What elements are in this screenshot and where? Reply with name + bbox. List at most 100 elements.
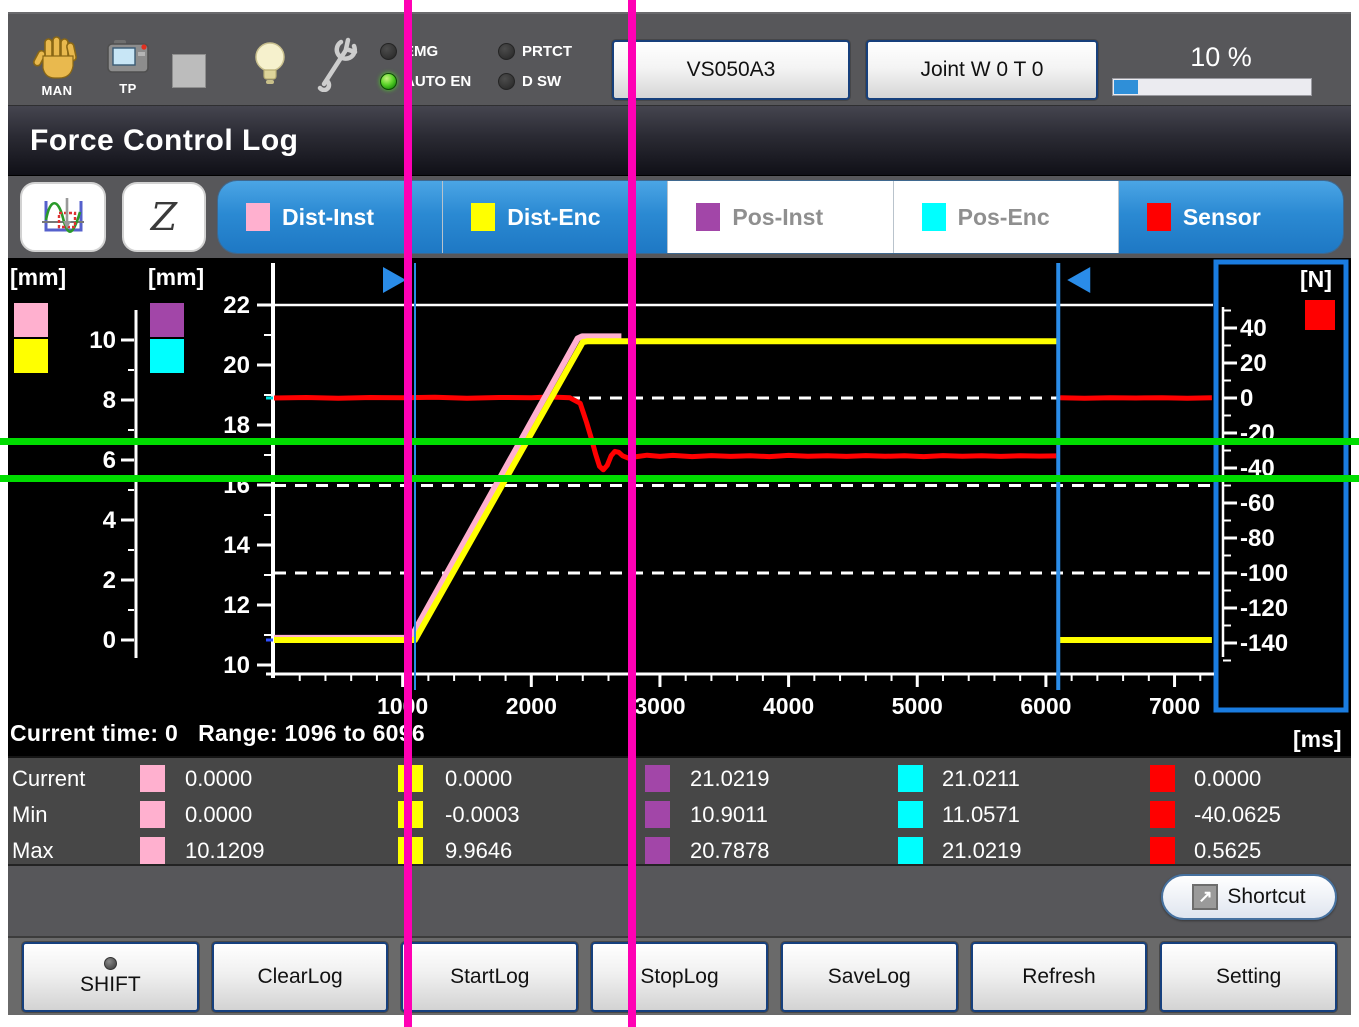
ms-unit-label: [ms] bbox=[1293, 726, 1342, 753]
stat-value: -40.0625 bbox=[1194, 802, 1281, 828]
stat-value: 0.5625 bbox=[1194, 838, 1261, 864]
graph-icon bbox=[40, 194, 86, 240]
shift-led-icon bbox=[104, 957, 117, 970]
manual-mode-button[interactable]: MAN bbox=[32, 36, 82, 98]
svg-text:12: 12 bbox=[223, 592, 250, 619]
sensor-axis-swatch-icon bbox=[1305, 300, 1335, 330]
tool-button[interactable] bbox=[314, 36, 358, 92]
dist-inst-axis-swatch-icon bbox=[14, 303, 48, 337]
cyan-swatch-icon bbox=[898, 837, 923, 864]
dist-inst-label: Dist-Inst bbox=[282, 204, 374, 231]
svg-text:6: 6 bbox=[103, 447, 116, 474]
sensor-swatch-icon bbox=[1147, 203, 1171, 231]
range-label: Range: 1096 to 6096 bbox=[198, 720, 425, 746]
mm2-unit-label: [mm] bbox=[148, 264, 204, 291]
force-log-chart[interactable]: 1000200030004000500060007000222018161412… bbox=[0, 258, 1359, 756]
svg-text:20: 20 bbox=[1240, 350, 1267, 377]
status-led-panel: EMG PRTCT AUTO EN D SW bbox=[380, 36, 618, 96]
refresh-button[interactable]: Refresh bbox=[971, 942, 1148, 1012]
svg-text:22: 22 bbox=[223, 292, 250, 319]
speed-percent-label: 10 % bbox=[1126, 42, 1316, 73]
pos-enc-axis-swatch-icon bbox=[150, 339, 184, 373]
emg-led-icon bbox=[380, 43, 397, 60]
svg-text:8: 8 bbox=[103, 387, 116, 414]
pink-swatch-icon bbox=[140, 837, 165, 864]
svg-text:10: 10 bbox=[89, 327, 116, 354]
graph-view-button[interactable] bbox=[20, 182, 106, 252]
stat-value: 0.0000 bbox=[185, 766, 252, 792]
stat-value: 21.0219 bbox=[942, 838, 1022, 864]
teach-pendant-label: TP bbox=[119, 81, 137, 96]
newton-unit-label: [N] bbox=[1300, 266, 1332, 293]
svg-text:40: 40 bbox=[1240, 315, 1267, 342]
legend-bar: Z Dist-Inst Dist-Enc Pos-Inst Pos-Enc Se… bbox=[8, 176, 1351, 258]
table-row: Max 10.1209 9.9646 20.7878 21.0219 0.562… bbox=[8, 834, 1351, 869]
svg-text:5000: 5000 bbox=[892, 693, 943, 719]
range-end-handle-icon bbox=[1067, 267, 1090, 293]
led-d-sw: D SW bbox=[498, 66, 618, 96]
purple-swatch-icon bbox=[645, 801, 670, 828]
z-axis-label: Z bbox=[151, 198, 177, 236]
red-swatch-icon bbox=[1150, 765, 1175, 792]
stat-row-label: Current bbox=[12, 766, 85, 792]
sensor-label: Sensor bbox=[1183, 204, 1261, 231]
stat-value: 9.9646 bbox=[445, 838, 512, 864]
pos-inst-label: Pos-Inst bbox=[732, 204, 823, 231]
speed-progress-bar bbox=[1112, 78, 1312, 96]
legend-item-sensor[interactable]: Sensor bbox=[1119, 181, 1343, 253]
svg-text:6000: 6000 bbox=[1020, 693, 1071, 719]
red-swatch-icon bbox=[1150, 801, 1175, 828]
stat-value: 0.0000 bbox=[445, 766, 512, 792]
stat-value: 10.1209 bbox=[185, 838, 265, 864]
stat-value: 11.0571 bbox=[942, 802, 1020, 828]
annotation-magenta-line-left bbox=[404, 0, 412, 1027]
svg-text:-100: -100 bbox=[1240, 560, 1288, 587]
table-row: Min 0.0000 -0.0003 10.9011 11.0571 -40.0… bbox=[8, 798, 1351, 833]
lamp-button[interactable] bbox=[252, 40, 288, 92]
teach-pendant-icon bbox=[104, 38, 152, 80]
legend-item-pos-enc[interactable]: Pos-Enc bbox=[894, 181, 1119, 253]
svg-text:2000: 2000 bbox=[506, 693, 557, 719]
annotation-magenta-line-right bbox=[628, 0, 636, 1027]
manual-mode-label: MAN bbox=[41, 83, 72, 98]
chart-footer: Current time: 0Range: 1096 to 6096 bbox=[10, 720, 445, 747]
lightbulb-icon bbox=[252, 40, 288, 92]
shift-button[interactable]: SHIFT bbox=[22, 942, 199, 1012]
d-sw-led-icon bbox=[498, 73, 515, 90]
svg-text:4: 4 bbox=[103, 507, 117, 534]
svg-text:1000: 1000 bbox=[377, 693, 428, 719]
teach-pendant-screen: MAN TP bbox=[0, 0, 1359, 1027]
legend-item-pos-inst[interactable]: Pos-Inst bbox=[668, 181, 893, 253]
savelog-button[interactable]: SaveLog bbox=[781, 942, 958, 1012]
stoplog-button[interactable]: StopLog bbox=[591, 942, 768, 1012]
shortcut-button[interactable]: ↗ Shortcut bbox=[1161, 874, 1337, 920]
stat-value: 0.0000 bbox=[1194, 766, 1261, 792]
stop-square-icon[interactable] bbox=[172, 54, 206, 88]
shift-label: SHIFT bbox=[80, 973, 141, 997]
pink-swatch-icon bbox=[140, 801, 165, 828]
red-swatch-icon bbox=[1150, 837, 1175, 864]
stat-value: 0.0000 bbox=[185, 802, 252, 828]
pos-inst-axis-swatch-icon bbox=[150, 303, 184, 337]
robot-select-button[interactable]: VS050A3 bbox=[612, 40, 850, 100]
stat-row-label: Min bbox=[12, 802, 47, 828]
setting-button[interactable]: Setting bbox=[1160, 942, 1337, 1012]
dist-enc-swatch-icon bbox=[471, 203, 495, 231]
svg-text:20: 20 bbox=[223, 352, 250, 379]
dist-enc-label: Dist-Enc bbox=[507, 204, 600, 231]
annotation-green-line-lower bbox=[0, 475, 1359, 482]
z-axis-button[interactable]: Z bbox=[122, 182, 206, 252]
svg-text:-60: -60 bbox=[1240, 490, 1275, 517]
coord-mode-button[interactable]: Joint W 0 T 0 bbox=[866, 40, 1098, 100]
prtct-led-icon bbox=[498, 43, 515, 60]
dist-inst-swatch-icon bbox=[246, 203, 270, 231]
function-button-bar: SHIFT ClearLog StartLog StopLog SaveLog … bbox=[8, 936, 1351, 1015]
led-auto-en: AUTO EN bbox=[380, 66, 498, 96]
dist-enc-axis-swatch-icon bbox=[14, 339, 48, 373]
speed-progress-fill bbox=[1114, 80, 1138, 94]
hand-icon bbox=[32, 36, 82, 82]
clearlog-button[interactable]: ClearLog bbox=[212, 942, 389, 1012]
teach-pendant-button[interactable]: TP bbox=[104, 38, 152, 96]
shortcut-band: ↗ Shortcut bbox=[8, 866, 1351, 936]
startlog-button[interactable]: StartLog bbox=[401, 942, 578, 1012]
